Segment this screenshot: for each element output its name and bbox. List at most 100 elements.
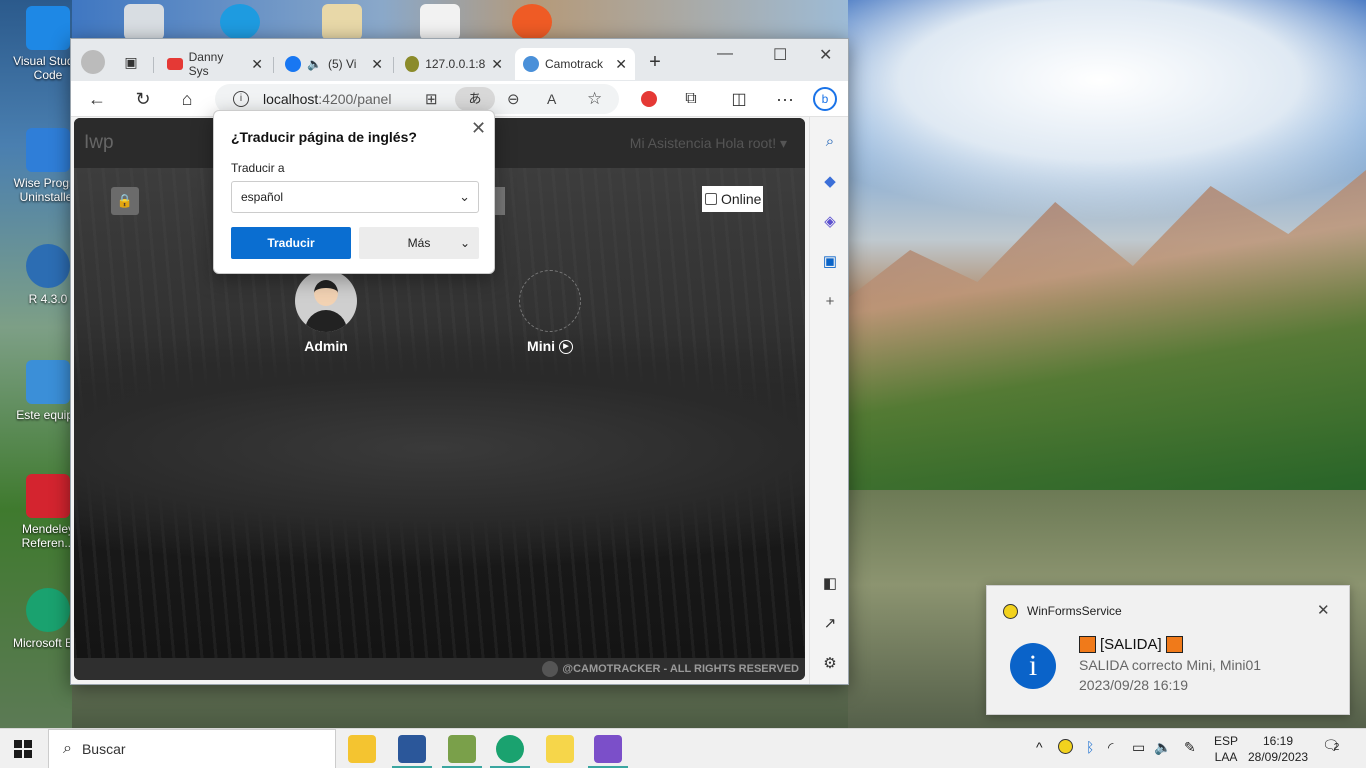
notification-time: 2023/09/28 16:19 — [1079, 677, 1188, 693]
tab-actions-icon[interactable]: ▣ — [119, 50, 143, 74]
recycle-bin-icon[interactable] — [124, 4, 164, 40]
tab-bar: ▣ Danny Sys ✕ 🔈 (5) Vi ✕ 127.0.0.1:8 ✕ C… — [71, 39, 848, 81]
page-footer: @CAMOTRACKER - ALL RIGHTS RESERVED — [74, 658, 805, 680]
word-icon[interactable] — [398, 735, 426, 763]
winforms-app-icon[interactable] — [448, 735, 476, 763]
battery-icon[interactable]: ▭ — [1132, 739, 1145, 756]
start-windows-icon[interactable] — [14, 740, 32, 758]
close-icon[interactable]: ✕ — [471, 118, 486, 139]
more-label: Más — [407, 236, 431, 250]
translate-button[interactable]: Traducir — [231, 227, 351, 259]
notification-title-text: [SALIDA] — [1100, 636, 1162, 653]
cloud-app-icon[interactable] — [220, 4, 260, 40]
avatar — [295, 270, 357, 332]
sticky-notes-icon[interactable] — [546, 735, 574, 763]
clock-time: 16:19 — [1262, 734, 1294, 748]
favorite-star-icon[interactable]: ☆ — [587, 89, 602, 109]
translate-icon[interactable]: あ — [455, 87, 495, 111]
input-language[interactable]: ESP LAA — [1214, 733, 1238, 765]
maximize-button[interactable]: ☐ — [773, 45, 787, 65]
tab-separator — [273, 57, 274, 73]
apps-grid-icon[interactable]: ⊞ — [425, 90, 438, 108]
clock[interactable]: 16:19 28/09/2023 — [1248, 733, 1308, 765]
new-tab-button[interactable]: + — [643, 50, 667, 74]
refresh-icon[interactable]: ↻ — [131, 87, 155, 111]
profile-avatar-icon[interactable] — [81, 50, 105, 74]
split-screen-icon[interactable]: ◫ — [727, 87, 751, 111]
tab-camotrack[interactable]: Camotrack ✕ — [515, 48, 635, 80]
online-toggle[interactable]: Online — [702, 186, 763, 212]
document-shortcut-icon[interactable] — [322, 4, 362, 40]
file-explorer-icon[interactable] — [348, 735, 376, 763]
add-icon[interactable]: + — [820, 291, 840, 311]
sidebar-toggle-icon[interactable]: ◧ — [820, 573, 840, 593]
pen-icon[interactable]: ✎ — [1184, 739, 1196, 756]
adblock-icon[interactable] — [637, 87, 661, 111]
bluetooth-icon[interactable]: ᛒ — [1086, 739, 1094, 755]
close-icon[interactable]: ✕ — [1317, 601, 1330, 619]
mendeley-icon — [26, 474, 70, 518]
search-icon: ⌕ — [63, 740, 72, 757]
read-aloud-icon[interactable]: A — [547, 91, 556, 107]
page-brand[interactable]: Iwp — [84, 132, 114, 154]
online-checkbox[interactable] — [705, 193, 717, 205]
lock-icon[interactable]: 🔒 — [111, 187, 139, 215]
extensions-icon[interactable]: ⧉ — [679, 87, 703, 111]
page-nav-links[interactable]: Mi Asistencia Hola root! ▾ — [630, 135, 787, 152]
language-select[interactable]: español ⌄ — [231, 181, 479, 213]
user-card-admin[interactable]: Admin — [294, 270, 358, 354]
close-tab-icon[interactable]: ✕ — [251, 56, 263, 73]
search-placeholder: Buscar — [81, 741, 126, 757]
close-tab-icon[interactable]: ✕ — [491, 56, 503, 73]
tab-facebook[interactable]: 🔈 (5) Vi ✕ — [277, 48, 391, 80]
postman-icon[interactable] — [512, 4, 552, 40]
text-file-icon[interactable] — [420, 4, 460, 40]
notification-count: 2 — [1333, 742, 1340, 753]
notification-center-icon[interactable]: 🗨2 — [1322, 737, 1340, 754]
facebook-icon — [285, 56, 301, 72]
speaker-icon[interactable]: 🔈 — [307, 57, 322, 71]
r-language-icon — [26, 244, 70, 288]
open-external-icon[interactable]: ↗ — [820, 613, 840, 633]
user-card-mini[interactable]: Mini ▶ — [518, 258, 582, 355]
close-tab-icon[interactable]: ✕ — [371, 56, 383, 73]
tab-label: (5) Vi — [327, 57, 357, 71]
minimize-button[interactable]: — — [717, 45, 733, 63]
home-icon[interactable]: ⌂ — [175, 87, 199, 111]
orange-square-icon — [1165, 636, 1183, 653]
desktop-background-top — [72, 0, 848, 40]
outlook-icon[interactable]: ▣ — [820, 251, 840, 271]
settings-gear-icon[interactable]: ⚙ — [820, 653, 840, 673]
copilot-icon[interactable]: ◈ — [820, 211, 840, 231]
notification-toast[interactable]: WinFormsService ✕ i [SALIDA] SALIDA corr… — [986, 585, 1350, 715]
play-circle-icon[interactable]: ▶ — [558, 340, 573, 355]
back-arrow-icon[interactable]: ← — [85, 87, 109, 111]
online-label: Online — [721, 191, 762, 207]
target-language-label: Traducir a — [231, 161, 285, 175]
search-icon[interactable]: ⌕ — [820, 131, 840, 151]
translate-popup: ¿Traducir página de inglés? ✕ Traducir a… — [213, 110, 495, 274]
tab-label: 127.0.0.1:8 — [425, 57, 486, 71]
chevron-up-icon[interactable]: ^ — [1036, 739, 1043, 755]
more-button[interactable]: Más ⌄ — [359, 227, 479, 259]
loading-avatar — [519, 270, 581, 332]
app-icon — [405, 56, 420, 72]
visual-studio-icon[interactable] — [594, 735, 622, 763]
desktop-background-mountains — [848, 170, 1366, 490]
app-tray-icon[interactable] — [1058, 739, 1073, 757]
close-tab-icon[interactable]: ✕ — [615, 56, 627, 73]
popup-title: ¿Traducir página de inglés? — [231, 129, 417, 145]
zoom-icon[interactable]: ⊖ — [507, 90, 520, 108]
more-menu-icon[interactable]: ··· — [773, 87, 797, 111]
edge-icon[interactable] — [496, 735, 524, 763]
close-window-button[interactable]: ✕ — [819, 45, 832, 65]
site-info-icon[interactable]: i — [233, 91, 249, 107]
shopping-tag-icon[interactable]: ◆ — [820, 171, 840, 191]
volume-icon[interactable]: 🔈 — [1154, 739, 1171, 756]
user-name: Admin — [304, 338, 348, 354]
taskbar-search[interactable]: ⌕ Buscar — [48, 729, 336, 768]
wifi-icon[interactable]: ◜ — [1108, 739, 1113, 756]
bing-chat-icon[interactable]: b — [813, 87, 837, 111]
tab-localhost-app[interactable]: 127.0.0.1:8 ✕ — [397, 48, 511, 80]
tab-danny[interactable]: Danny Sys ✕ — [159, 48, 271, 80]
